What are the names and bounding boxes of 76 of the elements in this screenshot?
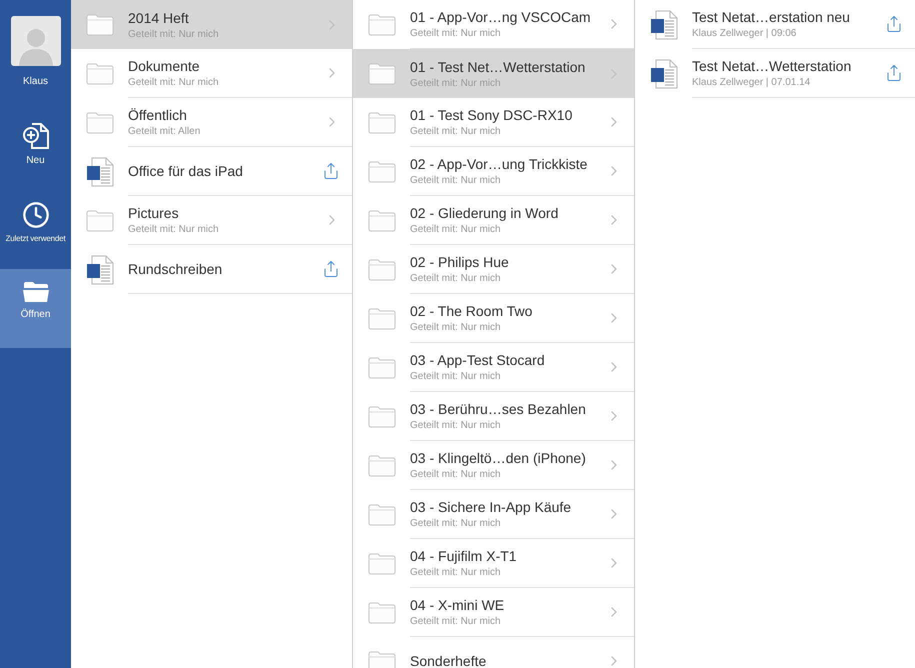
- folder-row[interactable]: 2014 Heft Geteilt mit: Nur mich: [71, 0, 352, 49]
- folder-icon: [368, 62, 396, 84]
- item-title: Test Netat…Wetterstation: [692, 58, 852, 74]
- item-title: Pictures: [128, 205, 180, 221]
- item-subtitle: Geteilt mit: Nur mich: [410, 126, 502, 137]
- item-title: 2014 Heft: [128, 10, 190, 26]
- item-title: Office für das iPad: [128, 163, 244, 179]
- item-subtitle: Geteilt mit: Nur mich: [410, 518, 502, 529]
- item-subtitle: Klaus Zellweger | 09:06: [692, 28, 798, 39]
- item-title: 01 - Test Net…Wetterstation: [410, 58, 586, 74]
- item-title: 03 - Klingeltö…den (iPhone): [410, 450, 587, 466]
- item-title: 04 - Fujifilm X-T1: [410, 548, 518, 564]
- folder-icon: [368, 552, 396, 574]
- item-title: Test Netat…erstation neu: [692, 9, 851, 25]
- folder-icon: [86, 62, 114, 84]
- word-document-icon: [650, 58, 678, 88]
- user-name: Klaus: [22, 76, 49, 87]
- item-subtitle: Geteilt mit: Allen: [128, 126, 202, 137]
- word-document-icon: [86, 156, 114, 186]
- folder-icon: [368, 406, 396, 428]
- sidebar-item[interactable]: Öffnen: [0, 269, 71, 348]
- item-subtitle: Geteilt mit: Nur mich: [410, 469, 502, 480]
- sidebar-item[interactable]: Zuletzt verwendet: [0, 190, 71, 269]
- share-icon[interactable]: [885, 15, 903, 33]
- folder-icon: [86, 14, 114, 36]
- folder-icon: [368, 308, 396, 330]
- folder-icon: [368, 160, 396, 182]
- folder-row[interactable]: 01 - Test Net…Wetterstation Geteilt mit: Nur mich: [353, 49, 634, 98]
- item-subtitle: Klaus Zellweger | 07.01.14: [692, 77, 812, 88]
- item-subtitle: Geteilt mit: Nur mich: [410, 28, 502, 39]
- folder-icon: [368, 258, 396, 280]
- sidebar-item[interactable]: Neu: [0, 111, 71, 190]
- clock-icon: [22, 201, 50, 229]
- word-document-icon: [650, 10, 678, 40]
- share-icon[interactable]: [322, 260, 340, 278]
- item-title: 01 - Test Sony DSC-RX10: [410, 107, 574, 123]
- item-title: Dokumente: [128, 58, 201, 74]
- item-subtitle: Geteilt mit: Nur mich: [410, 371, 502, 382]
- item-title: 02 - The Room Two: [410, 303, 534, 319]
- item-subtitle: Geteilt mit: Nur mich: [410, 322, 502, 333]
- folder-icon: [368, 650, 396, 668]
- item-title: Öffentlich: [128, 107, 188, 123]
- item-title: 02 - Philips Hue: [410, 254, 510, 270]
- item-subtitle: Geteilt mit: Nur mich: [128, 28, 220, 40]
- folder-icon: [86, 210, 114, 232]
- item-title: 03 - Berühru…ses Bezahlen: [410, 401, 587, 417]
- item-subtitle: Geteilt mit: Nur mich: [410, 616, 502, 627]
- share-icon[interactable]: [885, 64, 903, 82]
- folder-icon: [368, 210, 396, 232]
- folder-icon: [368, 112, 396, 134]
- item-subtitle: Geteilt mit: Nur mich: [410, 567, 502, 578]
- item-subtitle: Geteilt mit: Nur mich: [410, 273, 502, 284]
- item-title: 03 - App-Test Stocard: [410, 352, 546, 368]
- folder-icon: [368, 14, 396, 36]
- folder-icon: [368, 504, 396, 526]
- folder-icon: [22, 280, 50, 304]
- item-title: Rundschreiben: [128, 261, 224, 277]
- item-title: 03 - Sichere In-App Käufe: [410, 499, 572, 515]
- item-title: 04 - X-mini WE: [410, 597, 506, 613]
- folder-icon: [86, 112, 114, 134]
- word-document-icon: [86, 254, 114, 284]
- new-document-icon: [22, 122, 50, 150]
- item-subtitle: Geteilt mit: Nur mich: [128, 224, 220, 235]
- item-subtitle: Geteilt mit: Nur mich: [128, 77, 220, 88]
- folder-icon: [368, 454, 396, 476]
- folder-icon: [368, 356, 396, 378]
- item-subtitle: Geteilt mit: Nur mich: [410, 175, 502, 186]
- item-subtitle: Geteilt mit: Nur mich: [410, 420, 502, 431]
- item-title: 02 - App-Vor…ung Trickkiste: [410, 156, 588, 172]
- item-title: 02 - Gliederung in Word: [410, 205, 560, 221]
- folder-icon: [368, 602, 396, 624]
- item-subtitle: Geteilt mit: Nur mich: [410, 78, 502, 88]
- share-icon[interactable]: [322, 162, 340, 180]
- item-subtitle: Geteilt mit: Nur mich: [410, 224, 502, 235]
- item-title: Sonderhefte: [410, 653, 488, 668]
- item-title: 01 - App-Vor…ng VSCOCam: [410, 9, 592, 25]
